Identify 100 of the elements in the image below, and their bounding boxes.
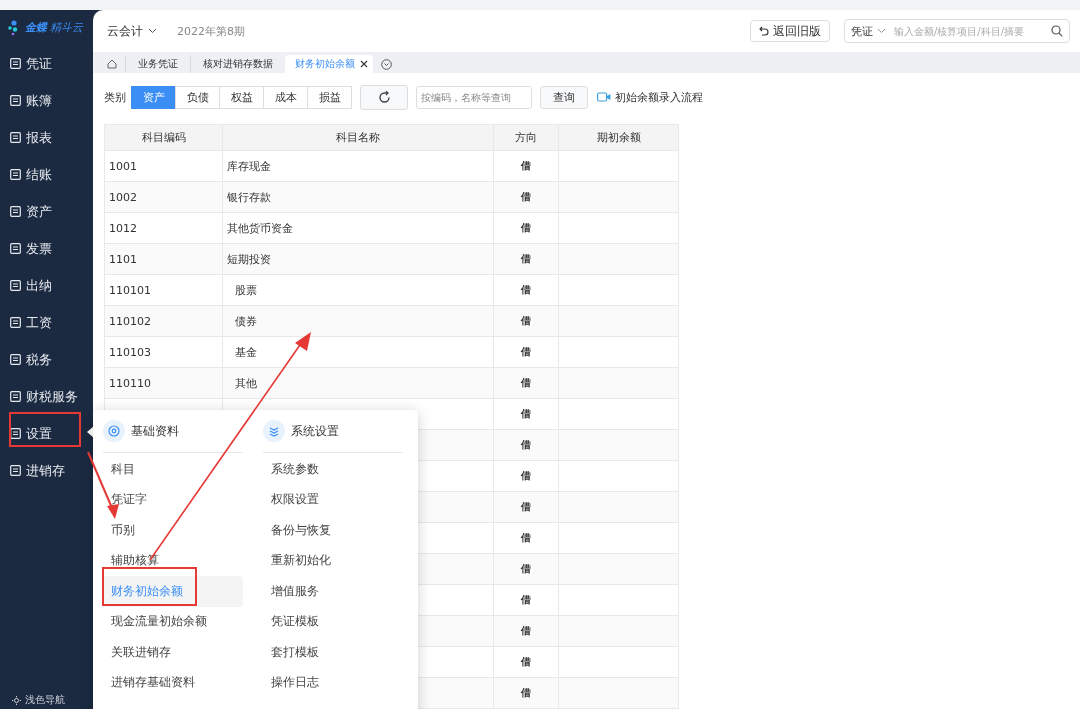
table-cell: 借 <box>521 656 531 667</box>
chevron-down-icon <box>148 28 157 34</box>
table-cell: 股票 <box>235 283 257 297</box>
document-icon <box>10 243 21 254</box>
sidebar-item[interactable]: 结账 <box>0 156 93 193</box>
sidebar-item[interactable]: 账簿 <box>0 82 93 119</box>
table-cell: 1101 <box>109 252 137 266</box>
table-cell: 债券 <box>235 314 257 328</box>
menu-section-title: 基础资料 <box>131 422 179 440</box>
sidebar-item[interactable]: 工资 <box>0 304 93 341</box>
page-tab[interactable]: 业务凭证 <box>125 55 190 73</box>
document-icon <box>10 132 21 143</box>
column-header: 方向 <box>515 131 537 144</box>
table-cell: 借 <box>521 191 531 202</box>
column-header: 期初余额 <box>596 131 641 144</box>
table-cell: 借 <box>521 346 531 357</box>
refresh-icon <box>377 90 391 104</box>
table-cell: 短期投资 <box>227 252 271 266</box>
menu-item[interactable]: 系统参数 <box>263 454 403 485</box>
document-icon <box>10 58 21 69</box>
table-cell: 110102 <box>109 314 151 328</box>
refresh-button[interactable] <box>360 84 408 110</box>
menu-item[interactable]: 操作日志 <box>263 667 403 698</box>
sidebar-item[interactable]: 出纳 <box>0 267 93 304</box>
sidebar-item[interactable]: 发票 <box>0 230 93 267</box>
table-cell: 借 <box>521 377 531 388</box>
table-cell: 1002 <box>109 190 137 204</box>
table-cell: 借 <box>521 315 531 326</box>
table-cell: 借 <box>521 222 531 233</box>
sidebar-item[interactable]: 报表 <box>0 119 93 156</box>
sidebar-item[interactable]: 资产 <box>0 193 93 230</box>
document-icon <box>10 354 21 365</box>
table-cell: 银行存款 <box>227 190 271 204</box>
table-cell: 借 <box>521 501 531 512</box>
table-cell: 借 <box>521 687 531 698</box>
table-cell: 借 <box>521 284 531 295</box>
product-name: 精斗云 <box>50 20 83 35</box>
guide-link[interactable]: 初始余额录入流程 <box>615 89 703 105</box>
column-header: 科目编码 <box>141 131 186 144</box>
table-cell: 1001 <box>109 159 137 173</box>
settings-icon <box>103 420 125 442</box>
document-icon <box>10 317 21 328</box>
table-cell: 借 <box>521 532 531 543</box>
table-cell: 借 <box>521 253 531 264</box>
app-switcher[interactable]: 云会计 <box>107 22 157 40</box>
document-icon <box>10 95 21 106</box>
layers-icon <box>263 420 285 442</box>
sidebar-item[interactable]: 税务 <box>0 341 93 378</box>
menu-item[interactable]: 关联进销存 <box>103 637 243 668</box>
table-cell: 借 <box>521 470 531 481</box>
table-cell: 借 <box>521 439 531 450</box>
sidebar-item[interactable]: 设置 <box>0 415 93 452</box>
category-tab[interactable]: 成本 <box>263 85 308 109</box>
category-tab[interactable]: 权益 <box>219 85 264 109</box>
close-icon[interactable] <box>360 60 368 68</box>
period-label: 2022年第8期 <box>177 23 245 39</box>
column-header: 科目名称 <box>336 131 380 144</box>
document-icon <box>10 280 21 291</box>
page-tab[interactable]: 财务初始余额 <box>285 55 373 73</box>
category-tab[interactable]: 负债 <box>175 85 220 109</box>
back-button[interactable]: 返回旧版 <box>750 20 830 42</box>
sidebar-item[interactable]: 进销存 <box>0 452 93 489</box>
theme-toggle[interactable]: 浅色导航 <box>25 693 65 707</box>
dropdown-icon[interactable] <box>381 58 392 70</box>
menu-item[interactable]: 重新初始化 <box>263 545 403 576</box>
menu-item[interactable]: 币别 <box>103 515 243 546</box>
menu-item[interactable]: 权限设置 <box>263 484 403 515</box>
table-cell: 借 <box>521 625 531 636</box>
table-cell: 借 <box>521 594 531 605</box>
menu-item[interactable]: 增值服务 <box>263 576 403 607</box>
home-icon[interactable] <box>107 59 117 69</box>
table-cell: 1012 <box>109 221 137 235</box>
query-button[interactable]: 查询 <box>540 85 588 109</box>
table-cell: 借 <box>521 563 531 574</box>
table-cell: 库存现金 <box>227 159 271 173</box>
menu-item[interactable]: 套打模板 <box>263 637 403 668</box>
search-icon[interactable] <box>1051 25 1063 37</box>
menu-section-title: 系统设置 <box>291 422 339 440</box>
menu-item[interactable]: 科目 <box>103 454 243 485</box>
sidebar-item[interactable]: 财税服务 <box>0 378 93 415</box>
category-label: 类别 <box>104 89 126 105</box>
sidebar-item[interactable]: 凭证 <box>0 45 93 82</box>
search-field[interactable]: 凭证 输入金额/核算项目/科目/摘要 <box>844 19 1070 43</box>
sun-icon <box>12 695 21 705</box>
menu-item[interactable]: 凭证字 <box>103 484 243 515</box>
table-cell: 基金 <box>235 345 257 359</box>
chevron-down-icon <box>877 28 886 34</box>
table-cell: 110101 <box>109 283 151 297</box>
table-cell: 其他货币资金 <box>227 221 293 235</box>
table-cell: 借 <box>521 408 531 419</box>
menu-item[interactable]: 备份与恢复 <box>263 515 403 546</box>
menu-item[interactable]: 现金流量初始余额 <box>103 606 243 637</box>
category-tab[interactable]: 损益 <box>307 85 352 109</box>
menu-item[interactable]: 凭证模板 <box>263 606 403 637</box>
table-cell: 110110 <box>109 376 151 390</box>
menu-item[interactable]: 进销存基础资料 <box>103 667 243 698</box>
table-cell: 110103 <box>109 345 151 359</box>
search-field[interactable]: 按编码，名称等查询 <box>416 85 532 109</box>
document-icon <box>10 465 21 476</box>
document-icon <box>10 391 21 402</box>
